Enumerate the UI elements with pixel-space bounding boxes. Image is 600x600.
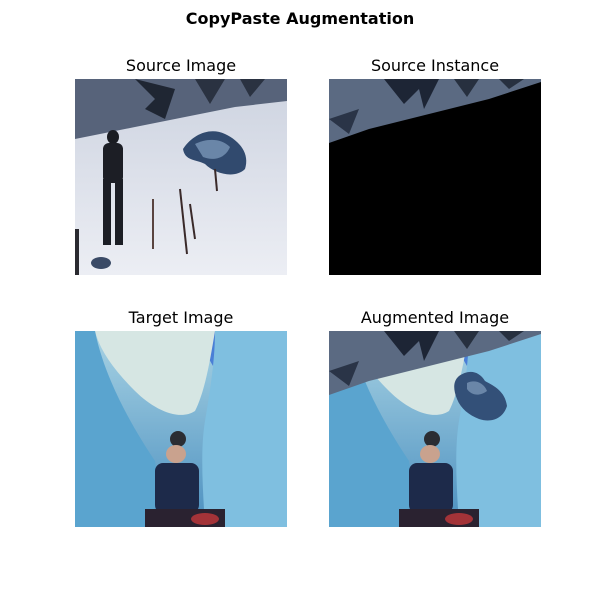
source-instance-panel: [329, 79, 541, 275]
source-image-panel: [75, 79, 287, 275]
figure-title: CopyPaste Augmentation: [185, 9, 415, 28]
augmented-image-panel: [329, 331, 541, 527]
panel-title-augmented-image: Augmented Image: [360, 308, 510, 327]
target-image-picture: [75, 331, 287, 527]
source-instance-picture: [329, 79, 541, 275]
target-image-panel: [75, 331, 287, 527]
panel-title-source-instance: Source Instance: [370, 56, 500, 75]
augmented-image-picture: [329, 331, 541, 527]
source-image-picture: [75, 79, 287, 275]
panel-title-source-image: Source Image: [125, 56, 237, 75]
panel-title-target-image: Target Image: [128, 308, 234, 327]
